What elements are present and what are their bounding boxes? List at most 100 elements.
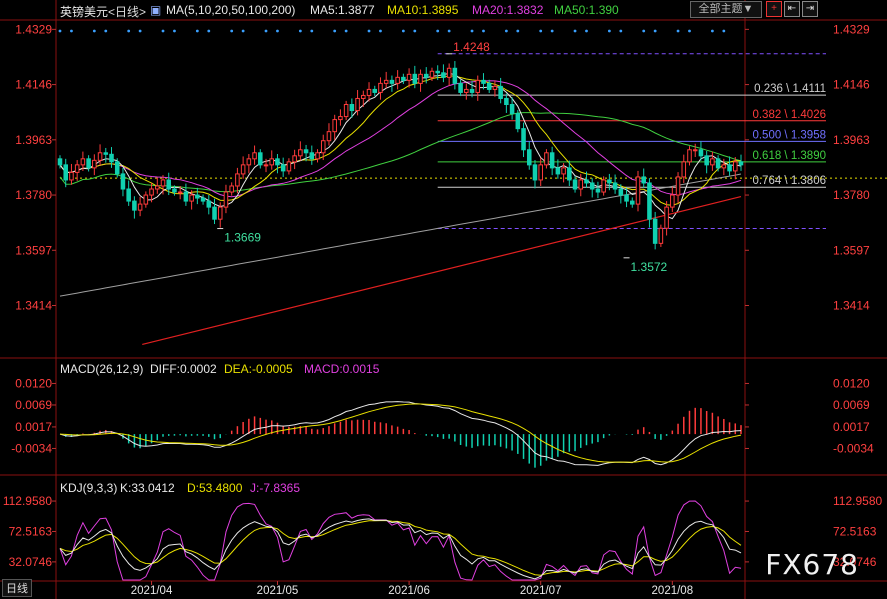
signal-dot <box>276 29 279 33</box>
candle-body <box>303 149 309 154</box>
candle-body <box>658 227 664 244</box>
candle-body <box>195 194 200 199</box>
time-axis-label: 2021/05 <box>257 585 299 597</box>
candle-body <box>727 164 732 172</box>
signal-dot <box>58 29 62 33</box>
candle-body <box>343 104 349 118</box>
theme-dropdown-button[interactable]: 全部主题▼ <box>690 1 762 18</box>
macd-value: MACD:0.0015 <box>304 362 380 376</box>
candle-body <box>229 185 234 193</box>
candle-body <box>498 85 503 99</box>
price-axis-label-left: 1.4146 <box>15 78 52 92</box>
candle-body <box>235 173 240 187</box>
time-axis-label: 2021/07 <box>520 585 562 597</box>
signal-dot <box>642 29 646 33</box>
kdj-axis-label-left: 112.9580 <box>3 494 52 508</box>
signal-dot <box>401 29 405 33</box>
candle-body <box>698 149 704 157</box>
candle-body <box>601 179 606 193</box>
candle-body <box>584 179 589 184</box>
candle-body <box>721 164 727 169</box>
candle-body <box>212 206 217 220</box>
macd-axis-label-right: 0.0120 <box>833 376 870 390</box>
signal-dot <box>138 29 142 33</box>
candle-body <box>675 176 681 196</box>
candle-body <box>183 191 189 202</box>
candle-body <box>687 149 692 163</box>
signal-dot <box>653 29 657 33</box>
candle-body <box>567 167 572 181</box>
period-label[interactable]: <日线> <box>108 3 146 20</box>
candle-body <box>240 164 246 175</box>
candle-body <box>200 197 206 202</box>
macd-axis-label-left: 0.0120 <box>15 376 52 390</box>
signal-dot <box>367 29 371 33</box>
candle-body <box>103 152 109 155</box>
macd-title: MACD(26,12,9) <box>60 362 144 376</box>
signal-dot <box>92 29 96 33</box>
ma20-value: MA20:1.3832 <box>472 3 544 17</box>
signal-dot <box>585 29 588 33</box>
candle-body <box>458 82 463 93</box>
scroll-right-icon[interactable]: ⇥ <box>802 1 818 17</box>
candle-body <box>292 155 297 163</box>
signal-dot <box>504 29 508 33</box>
candle-body <box>515 113 521 130</box>
candle-body <box>338 116 343 121</box>
signal-dot <box>436 29 440 33</box>
kdj-d-value: D:53.4800 <box>187 481 243 495</box>
candle-body <box>469 88 475 93</box>
signal-dot <box>470 29 474 33</box>
signal-dot <box>195 29 199 33</box>
time-axis-label: 2021/04 <box>131 585 173 597</box>
candle-body <box>269 158 275 166</box>
symbol-label: 英镑美元 <box>60 5 109 19</box>
signal-dot <box>344 29 348 33</box>
crosshair-icon[interactable]: + <box>766 1 782 17</box>
ma10-value: MA10:1.3895 <box>387 3 459 17</box>
candle-body <box>607 179 612 184</box>
extreme-price-label: 1.3572 <box>631 260 668 274</box>
candle-body <box>160 179 166 187</box>
candle-body <box>189 194 194 202</box>
candle-body <box>275 158 280 166</box>
price-axis-label-left: 1.3414 <box>15 299 52 313</box>
candle-body <box>309 152 315 160</box>
candle-body <box>452 67 458 84</box>
candle-body <box>401 76 406 81</box>
candle-body <box>670 194 675 208</box>
candle-body <box>57 158 63 166</box>
signal-dot <box>173 29 176 33</box>
fib-level-label: 0.764 \ 1.3806 <box>752 175 826 187</box>
macd-axis-label-left: -0.0034 <box>11 441 52 455</box>
chart-canvas[interactable]: 1.4329 1.4329 1.4146 1.4146 1.3963 1.3963 1.37… <box>0 0 887 599</box>
scroll-left-icon[interactable]: ⇤ <box>784 1 800 17</box>
fib-level-label: 0.618 \ 1.3890 <box>752 150 826 162</box>
candle-body <box>538 164 543 181</box>
candle-body <box>738 161 744 166</box>
candle-body <box>120 173 126 190</box>
candle-body <box>372 88 378 93</box>
macd-dea-value: DEA:-0.0005 <box>224 362 293 376</box>
fib-level-label: 0.236 \ 1.4111 <box>754 83 826 95</box>
signal-dot <box>539 29 543 33</box>
candle-body <box>704 155 709 166</box>
chart-settings-icon[interactable]: ▣ <box>150 3 161 17</box>
period-tab[interactable]: 日线 <box>2 579 32 597</box>
candle-body <box>246 158 252 166</box>
candle-body <box>361 94 366 99</box>
candle-body <box>132 200 137 211</box>
price-axis-label-left: 1.3963 <box>15 133 52 147</box>
kdj-axis-label-left: 72.5163 <box>9 524 53 538</box>
price-axis-label-right: 1.3597 <box>833 243 870 257</box>
signal-dot <box>207 29 211 33</box>
signal-dot <box>127 29 131 33</box>
signal-dot <box>710 29 714 33</box>
signal-dot <box>310 29 314 33</box>
signal-dot <box>550 29 554 33</box>
candle-body <box>69 171 74 181</box>
kdj-title: KDJ(9,3,3) <box>60 481 118 495</box>
signal-dot <box>161 29 165 33</box>
candle-body <box>86 158 91 169</box>
candle-body <box>315 152 320 160</box>
